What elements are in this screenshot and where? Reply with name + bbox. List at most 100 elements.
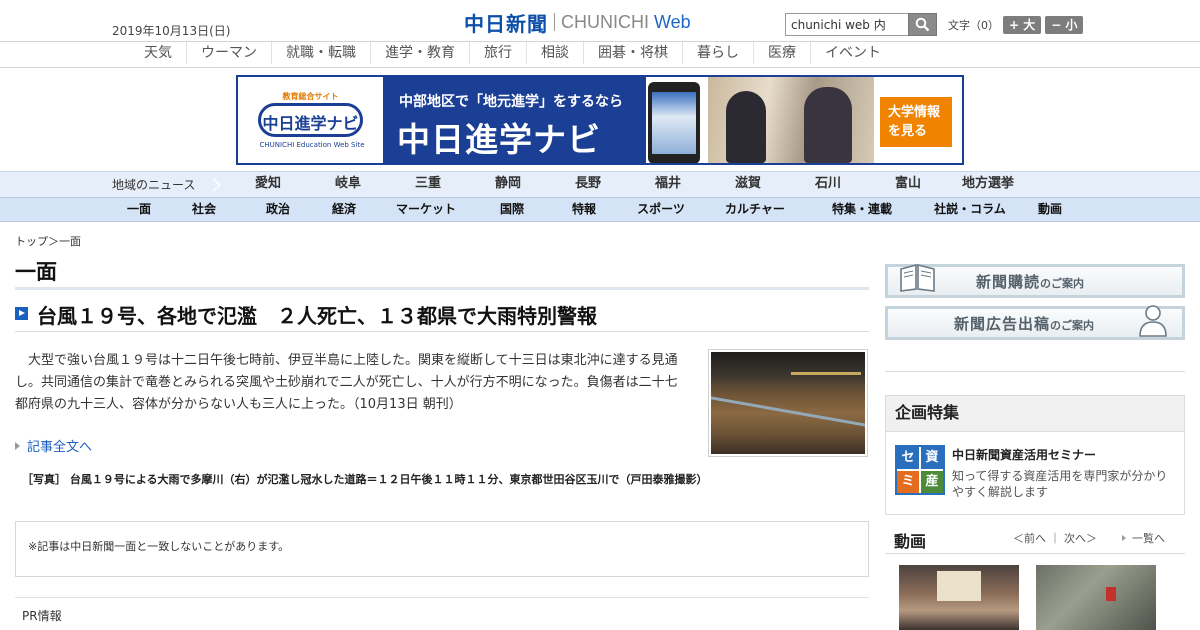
search-button[interactable] <box>908 13 937 36</box>
area-nav-item-elections[interactable]: 地方選挙 <box>948 172 1028 196</box>
area-nav-item-shizuoka[interactable]: 静岡 <box>468 172 548 196</box>
area-nav-item-ishikawa[interactable]: 石川 <box>788 172 868 196</box>
font-size-control: 文字（0） + 大 − 小 <box>948 16 1084 34</box>
banner-cta-button[interactable]: 大学情報 を見る <box>880 97 952 147</box>
seminar-title-link[interactable]: 中日新聞資産活用セミナー <box>952 446 1096 463</box>
topic-nav-item[interactable]: 進学・教育 <box>371 42 470 64</box>
video-thumbnail[interactable] <box>1036 565 1156 630</box>
area-nav-item-toyama[interactable]: 富山 <box>868 172 948 196</box>
subscription-guide-label: 新聞購読のご案内 <box>976 273 1085 291</box>
article-notice-box: ※記事は中日新聞一面と一致しないことがあります。 <box>15 521 869 577</box>
chevron-right-icon <box>1122 535 1126 541</box>
read-full-article-link[interactable]: 記事全文へ <box>15 436 92 455</box>
pr-heading: PR情報 <box>22 609 62 623</box>
photo-caption: ［写真］ 台風１９号による大雨で多摩川（右）が氾濫し冠水した道路＝１２日午後１１… <box>22 473 708 486</box>
banner-cta-line1: 大学情報 <box>888 105 941 120</box>
site-logo[interactable]: 中日新聞 CHUNICHI Web <box>464 9 691 36</box>
area-nav-item-gifu[interactable]: 岐阜 <box>308 172 388 196</box>
font-larger-button[interactable]: + 大 <box>1003 16 1042 34</box>
article-headline-row: 台風１９号、各地で氾濫 ２人死亡、１３都県で大雨特別警報 <box>15 298 869 332</box>
logo-separator <box>554 13 555 31</box>
font-smaller-button[interactable]: − 小 <box>1045 16 1084 34</box>
topic-nav-item[interactable]: 天気 <box>130 42 187 64</box>
main-nav-item-front[interactable]: 一面 <box>112 198 166 221</box>
main-nav-item-economy[interactable]: 経済 <box>314 198 374 221</box>
banner-logo: 教育総合サイト 中日進学ナビ CHUNICHI Education Web Si… <box>238 77 383 163</box>
video-section-header: 動画 ＜前へ ｜ 次へ＞ 一覧へ <box>885 524 1185 554</box>
area-nav-item-fukui[interactable]: 福井 <box>628 172 708 196</box>
site-header: 2019年10月13日(日) 中日新聞 CHUNICHI Web 文字（0） +… <box>0 0 1200 42</box>
banner-logo-text: 中日進学ナビ <box>262 114 359 133</box>
area-nav-item-shiga[interactable]: 滋賀 <box>708 172 788 196</box>
banner-cta-line2: を見る <box>888 124 928 139</box>
topic-nav-item[interactable]: 医療 <box>754 42 811 64</box>
topic-nav-item[interactable]: イベント <box>811 42 895 64</box>
video-next-link[interactable]: 次へ＞ <box>1064 532 1097 545</box>
advertising-guide-label: 新聞広告出稿のご案内 <box>954 315 1095 333</box>
article-photo[interactable] <box>708 349 868 457</box>
font-size-label: 文字（0） <box>948 19 999 32</box>
main-nav-item-market[interactable]: マーケット <box>374 198 478 221</box>
main-nav-item-features[interactable]: 特集・連載 <box>810 198 914 221</box>
topic-nav-item[interactable]: 囲碁・将棋 <box>584 42 683 64</box>
logo-web-text: Web <box>654 11 691 32</box>
subscription-guide-button[interactable]: 新聞購読のご案内 <box>885 263 1185 298</box>
article-lead: 大型で強い台風１９号は十二日午後七時前、伊豆半島に上陸した。関東を縦断して十三日… <box>15 353 678 412</box>
banner-students-photo <box>708 77 874 163</box>
banner-tagline: 中部地区で「地元進学」をするなら <box>399 94 623 110</box>
topic-nav-item[interactable]: 相談 <box>527 42 584 64</box>
main-nav-item-tokuho[interactable]: 特報 <box>546 198 622 221</box>
area-nav-item-nagano[interactable]: 長野 <box>548 172 628 196</box>
search-icon <box>915 17 930 32</box>
logo-main-text: 中日新聞 <box>464 11 548 36</box>
video-pager: ＜前へ ｜ 次へ＞ <box>1013 530 1097 546</box>
newspaper-icon <box>900 263 935 292</box>
special-features-box: 企画特集 セ 資 ミ 産 中日新聞資産活用セミナー 知って得する資産活用を専門家… <box>885 395 1185 515</box>
search-form <box>785 13 937 36</box>
notice-text: ※記事は中日新聞一面と一致しないことがあります。 <box>28 540 290 553</box>
main-nav-item-sports[interactable]: スポーツ <box>622 198 700 221</box>
page: 2019年10月13日(日) 中日新聞 CHUNICHI Web 文字（0） +… <box>0 0 1200 630</box>
video-thumbnail[interactable] <box>899 565 1019 630</box>
topic-nav-item[interactable]: 就職・転職 <box>272 42 371 64</box>
video-heading: 動画 <box>894 532 927 551</box>
header-date: 2019年10月13日(日) <box>112 24 231 38</box>
area-news-nav: 地域のニュース 愛知 岐阜 三重 静岡 長野 福井 滋賀 石川 富山 地方選挙 <box>0 171 1200 198</box>
logo-sub-text: CHUNICHI <box>561 11 649 32</box>
topic-nav-item[interactable]: ウーマン <box>187 42 272 64</box>
arrow-right-icon <box>15 307 28 320</box>
banner-logo-caption: 教育総合サイト <box>282 92 339 101</box>
topic-nav-item[interactable]: 旅行 <box>470 42 527 64</box>
main-nav-item-culture[interactable]: カルチャー <box>700 198 810 221</box>
banner-title: 中日進学ナビ <box>397 120 601 159</box>
main-nav-item-society[interactable]: 社会 <box>166 198 242 221</box>
ad-banner-shingaku-navi[interactable]: 教育総合サイト 中日進学ナビ CHUNICHI Education Web Si… <box>236 75 964 165</box>
main-nav-item-politics[interactable]: 政治 <box>242 198 314 221</box>
banner-logo-pill: 中日進学ナビ <box>258 103 363 137</box>
area-nav-item-aichi[interactable]: 愛知 <box>228 172 308 196</box>
topic-nav: 天気 ウーマン 就職・転職 進学・教育 旅行 相談 囲碁・将棋 暮らし 医療 イ… <box>0 42 1200 68</box>
main-nav-item-video[interactable]: 動画 <box>1026 198 1074 221</box>
area-nav-item-mie[interactable]: 三重 <box>388 172 468 196</box>
banner-logo-english: CHUNICHI Education Web Site <box>259 141 365 149</box>
person-icon <box>1139 305 1167 337</box>
advertising-guide-button[interactable]: 新聞広告出稿のご案内 <box>885 305 1185 340</box>
separator: ｜ <box>1049 532 1061 545</box>
topic-nav-item[interactable]: 暮らし <box>683 42 754 64</box>
banner-phone-image <box>648 82 700 163</box>
banner-main-panel: 中部地区で「地元進学」をするなら 中日進学ナビ <box>383 77 646 163</box>
divider <box>885 371 1185 372</box>
main-category-nav: 一面 社会 政治 経済 マーケット 国際 特報 スポーツ カルチャー 特集・連載… <box>0 197 1200 222</box>
seminar-thumbnail[interactable]: セ 資 ミ 産 <box>895 445 945 495</box>
main-nav-item-editorial[interactable]: 社説・コラム <box>914 198 1026 221</box>
breadcrumb[interactable]: トップ＞一面 <box>15 233 81 249</box>
video-list-link[interactable]: 一覧へ <box>1122 530 1165 546</box>
video-prev-link[interactable]: ＜前へ <box>1013 532 1046 545</box>
section-title: 一面 <box>15 256 869 290</box>
seminar-description: 知って得する資産活用を専門家が分かりやすく解説します <box>952 469 1168 499</box>
article-headline[interactable]: 台風１９号、各地で氾濫 ２人死亡、１３都県で大雨特別警報 <box>37 300 597 329</box>
main-nav-item-international[interactable]: 国際 <box>478 198 546 221</box>
special-features-heading: 企画特集 <box>886 396 1184 432</box>
chevron-right-icon <box>200 172 222 198</box>
search-input[interactable] <box>785 13 908 36</box>
